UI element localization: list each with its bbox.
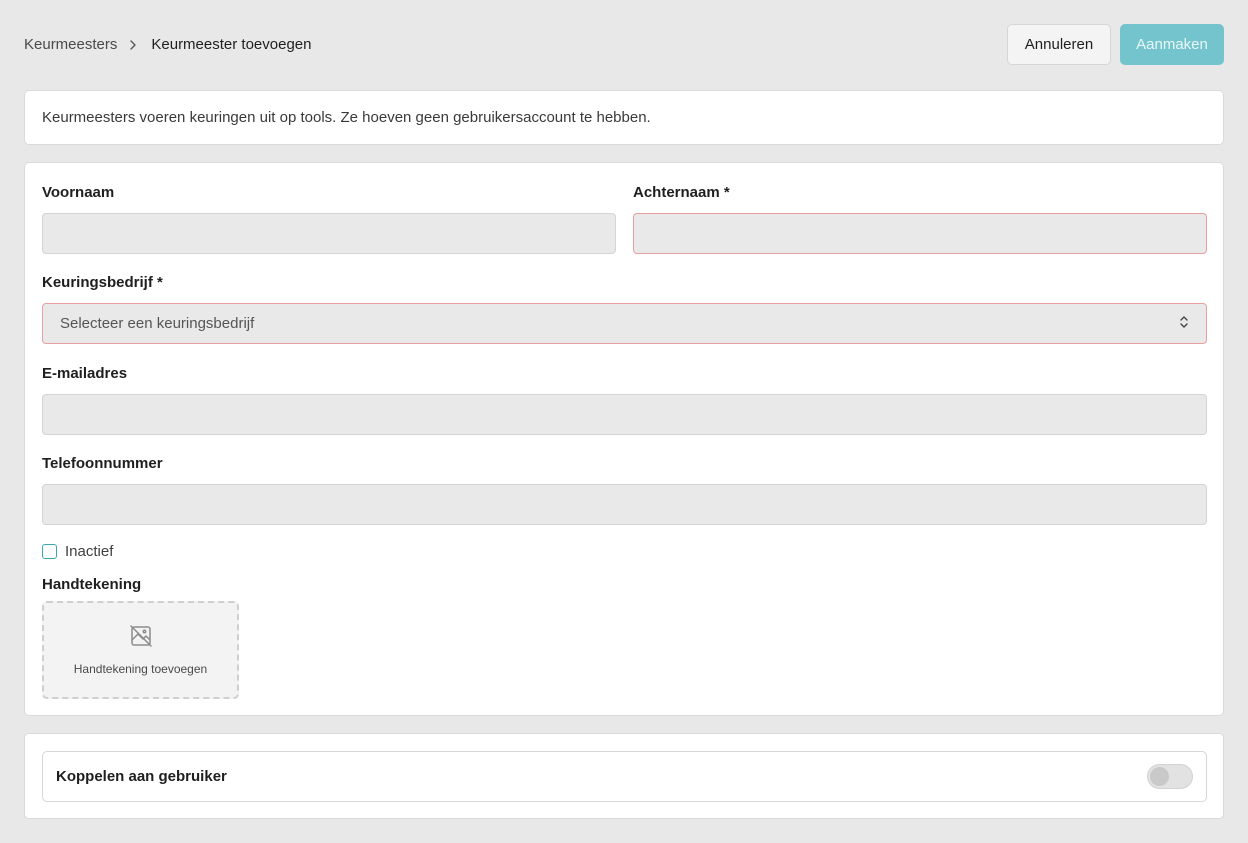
company-select[interactable]: Selecteer een keuringsbedrijf (42, 303, 1207, 344)
inactive-label: Inactief (65, 543, 114, 560)
toggle-knob (1150, 767, 1169, 786)
inactive-checkbox-row: Inactief (42, 543, 113, 560)
company-label: Keuringsbedrijf * (42, 274, 163, 291)
info-text: Keurmeesters voeren keuringen uit op too… (42, 109, 651, 126)
first-name-label: Voornaam (42, 184, 115, 201)
company-select-placeholder: Selecteer een keuringsbedrijf (60, 315, 255, 332)
first-name-input[interactable] (42, 213, 616, 254)
inspector-form: Voornaam Achternaam * Keuringsbedrijf * … (24, 162, 1224, 716)
link-user-card: Koppelen aan gebruiker (24, 733, 1224, 819)
phone-input[interactable] (42, 484, 1207, 525)
header-actions: Annuleren Aanmaken (1007, 24, 1224, 65)
breadcrumb-current: Keurmeester toevoegen (151, 36, 312, 53)
add-signature-dropzone[interactable]: Handtekening toevoegen (42, 601, 239, 699)
chevron-up-down-icon (1179, 315, 1189, 333)
add-signature-label: Handtekening toevoegen (73, 662, 208, 676)
page-header: Keurmeesters Keurmeester toevoegen Annul… (24, 24, 1224, 65)
link-user-toggle[interactable] (1147, 764, 1193, 789)
chevron-right-icon (129, 39, 137, 50)
inactive-checkbox[interactable] (42, 544, 57, 559)
info-card: Keurmeesters voeren keuringen uit op too… (24, 90, 1224, 145)
last-name-label: Achternaam * (633, 184, 730, 201)
image-off-icon (129, 624, 153, 653)
breadcrumb: Keurmeesters Keurmeester toevoegen (24, 36, 311, 53)
link-user-label: Koppelen aan gebruiker (56, 768, 227, 785)
signature-label: Handtekening (42, 576, 142, 593)
breadcrumb-parent-link[interactable]: Keurmeesters (24, 36, 117, 53)
email-label: E-mailadres (42, 365, 128, 382)
email-input[interactable] (42, 394, 1207, 435)
last-name-input[interactable] (633, 213, 1207, 254)
cancel-button[interactable]: Annuleren (1007, 24, 1111, 65)
link-user-row: Koppelen aan gebruiker (42, 751, 1207, 802)
phone-label: Telefoonnummer (42, 455, 163, 472)
create-button[interactable]: Aanmaken (1120, 24, 1224, 65)
